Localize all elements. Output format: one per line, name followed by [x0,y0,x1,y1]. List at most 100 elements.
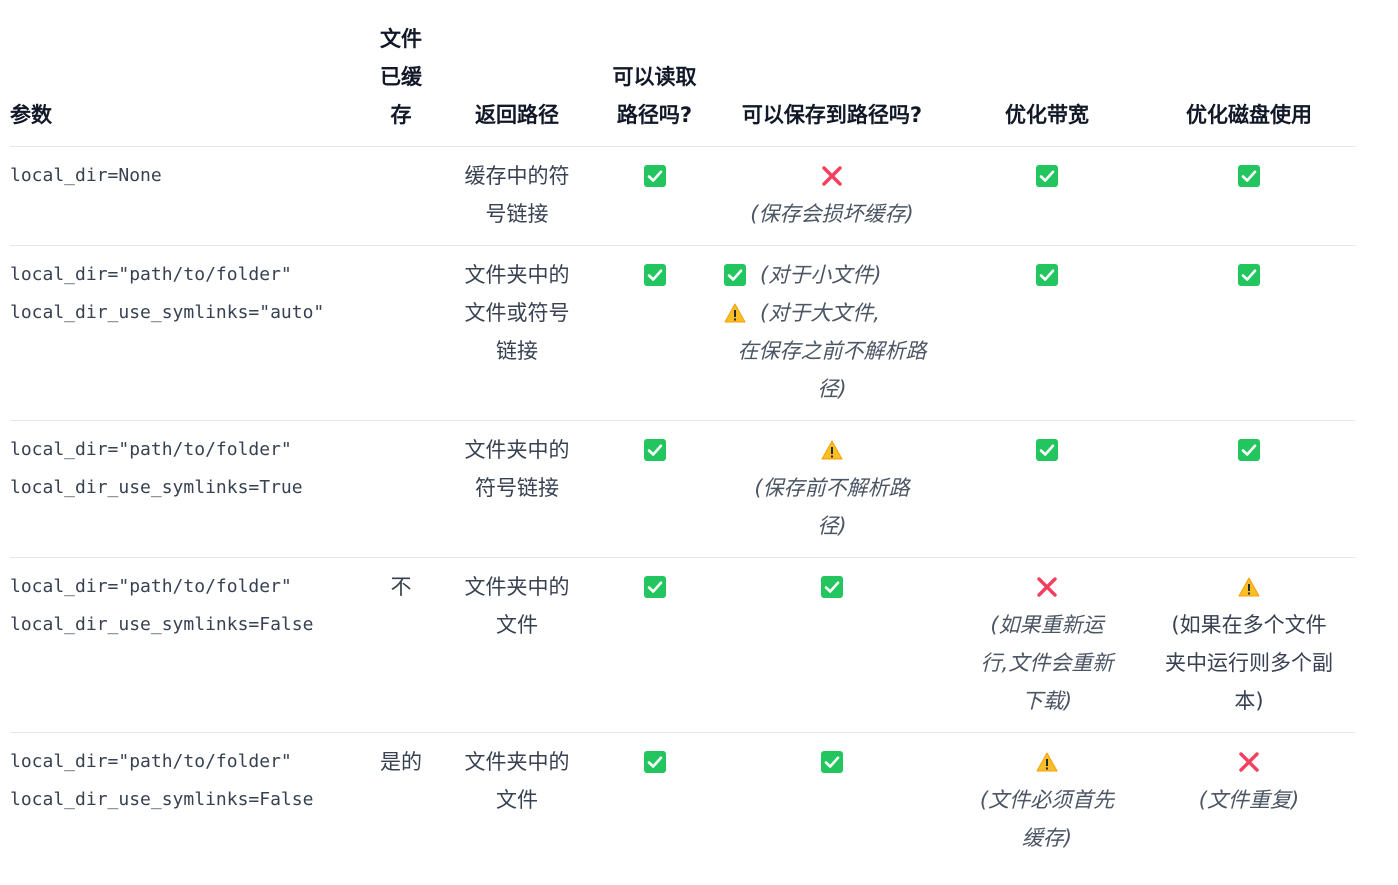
table-row: local_dir=None 缓存中的符 号链接 (保存会损坏缓存) [10,146,1356,246]
disk-note: (如果在多个文件 [1171,613,1327,637]
return-path-line: 号链接 [485,202,549,226]
table-row: local_dir="path/to/folder" local_dir_use… [10,245,1356,421]
disk-cell [1142,420,1356,558]
disk-cell [1142,245,1356,421]
code-line: local_dir="path/to/folder" [10,264,292,285]
table-row: local_dir="path/to/folder" local_dir_use… [10,420,1356,558]
save-note-large: (对于大文件, [760,301,880,325]
disk-note: (文件重复) [1198,788,1300,812]
param-cell: local_dir="path/to/folder" local_dir_use… [10,733,365,870]
check-icon [724,264,746,286]
check-icon [643,439,666,461]
can-save-cell: (保存前不解析路 径) [712,420,952,558]
check-icon [821,576,843,598]
can-save-cell: (对于小文件) (对于大文件, 在保存之前不解析路 径) [712,245,952,421]
header-can-read-line: 路径吗? [616,103,693,127]
code-line: local_dir_use_symlinks=False [10,789,314,810]
bandwidth-note: (文件必须首先 [979,788,1115,812]
cached-cell [365,245,437,421]
disk-note: 本) [1234,689,1264,713]
return-path-line: 文件夹中的 [464,263,570,287]
return-path-line: 文件夹中的 [464,438,570,462]
bandwidth-note: 行,文件会重新 [980,651,1114,675]
header-cached-line: 存 [390,103,412,127]
code-line: local_dir="path/to/folder" [10,751,292,772]
warning-icon [724,303,746,323]
header-can-read-line: 可以读取 [612,65,697,89]
header-can-read: 可以读取 路径吗? [597,20,712,147]
can-save-cell: (保存会损坏缓存) [712,146,952,246]
return-path-cell: 文件夹中的 文件或符号 链接 [437,245,597,421]
table-row: local_dir="path/to/folder" local_dir_use… [10,557,1356,733]
code-line: local_dir="path/to/folder" [10,439,292,460]
header-row: 参数 文件 已缓 存 返回路径 可以读取 路径吗? 可以保存到路径吗? 优化带宽… [10,20,1356,147]
bandwidth-cell: (文件必须首先 缓存) [952,733,1142,870]
return-path-line: 链接 [496,339,538,363]
can-read-cell [597,420,712,558]
bandwidth-cell [952,420,1142,558]
bandwidth-cell [952,245,1142,421]
check-icon [821,751,843,773]
table-row: local_dir="path/to/folder" local_dir_use… [10,733,1356,870]
cross-icon [822,166,842,186]
return-path-line: 缓存中的符 [464,164,570,188]
can-read-cell [597,557,712,733]
header-opt-disk: 优化磁盘使用 [1142,20,1356,147]
comparison-table: 参数 文件 已缓 存 返回路径 可以读取 路径吗? 可以保存到路径吗? 优化带宽… [10,20,1356,869]
save-note: (保存前不解析路 [754,476,910,500]
save-large-line: (对于大文件, [716,294,948,332]
header-cached: 文件 已缓 存 [365,20,437,147]
return-path-cell: 缓存中的符 号链接 [437,146,597,246]
return-path-line: 文件或符号 [464,301,570,325]
disk-cell [1142,146,1356,246]
header-can-save: 可以保存到路径吗? [712,20,952,147]
header-param: 参数 [10,20,365,147]
cached-cell: 不 [365,557,437,733]
can-read-cell [597,146,712,246]
cached-cell: 是的 [380,750,422,774]
bandwidth-cell [952,146,1142,246]
header-opt-bandwidth: 优化带宽 [952,20,1142,147]
disk-note: 夹中运行则多个副 [1165,651,1333,675]
return-path-line: 符号链接 [475,476,559,500]
check-icon [1036,165,1058,187]
save-note: 径) [817,514,847,538]
can-save-cell [712,733,952,870]
return-path-line: 文件 [496,613,538,637]
param-cell: local_dir="path/to/folder" local_dir_use… [10,420,365,558]
bandwidth-note: 缓存) [1021,826,1073,850]
bandwidth-note: (如果重新运 [990,613,1104,637]
can-save-cell [712,557,952,733]
check-icon [643,576,666,598]
save-note: 径) [817,377,847,401]
return-path-line: 文件夹中的 [464,750,570,774]
disk-cell: (文件重复) [1142,733,1356,870]
cross-icon [1239,752,1259,772]
cached-cell [365,420,437,558]
cached-cell [365,146,437,246]
header-return-path: 返回路径 [437,20,597,147]
disk-cell: (如果在多个文件 夹中运行则多个副 本) [1142,557,1356,733]
header-cached-line: 文件 [380,27,422,51]
bandwidth-note: 下载) [1021,689,1073,713]
check-icon [1238,165,1260,187]
check-icon [1238,439,1260,461]
warning-icon [1238,577,1260,597]
check-icon [643,165,666,187]
save-note: (保存会损坏缓存) [750,202,914,226]
cross-icon [1037,577,1057,597]
warning-icon [821,440,843,460]
can-read-cell [597,733,712,870]
code-line: local_dir=None [10,165,162,186]
save-small-line: (对于小文件) [716,256,948,294]
code-line: local_dir_use_symlinks=True [10,477,303,498]
check-icon [643,264,666,286]
save-note: 在保存之前不解析路 [737,339,927,363]
check-icon [643,751,666,773]
param-cell: local_dir=None [10,146,365,246]
code-line: local_dir="path/to/folder" [10,576,292,597]
return-path-cell: 文件夹中的 文件 [437,733,597,870]
return-path-cell: 文件夹中的 文件 [437,557,597,733]
check-icon [1238,264,1260,286]
warning-icon [1036,752,1058,772]
